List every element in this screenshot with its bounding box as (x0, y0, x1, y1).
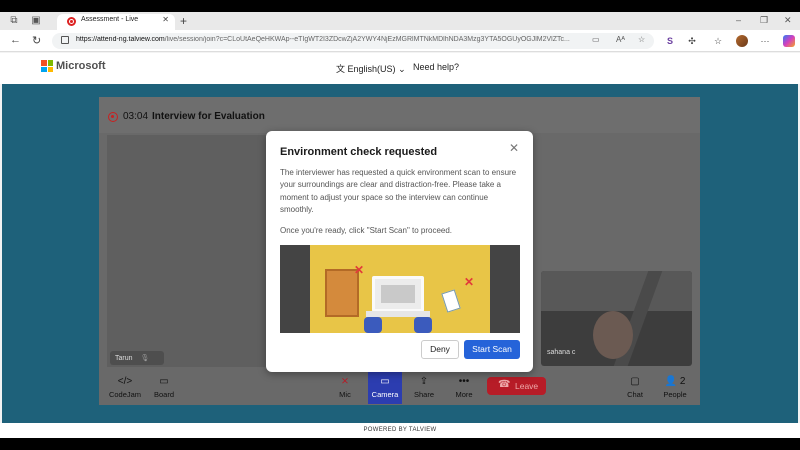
screen: ⧉ ▣ – ❐ ✕ Assessment - Live ✕ + ← ↻ http… (0, 0, 800, 450)
more-dots-icon: ••• (458, 376, 470, 387)
environment-check-dialog: Environment check requested ✕ The interv… (266, 131, 533, 372)
mic-muted-icon: 🎙 (140, 355, 150, 362)
laptop-icon (372, 276, 424, 312)
dialog-title: Environment check requested (280, 146, 438, 158)
extension-s-icon[interactable]: S (664, 35, 676, 47)
close-window-icon[interactable]: ✕ (784, 15, 792, 26)
browser-tab-active[interactable]: Assessment - Live ✕ (57, 14, 175, 30)
close-icon[interactable]: ✕ (509, 141, 519, 155)
self-name: sahana c (547, 349, 576, 356)
workspaces-icon[interactable]: ⧉ (8, 15, 20, 27)
brand-name: Microsoft (56, 60, 106, 72)
tab-close-icon[interactable]: ✕ (162, 15, 169, 24)
chat-button[interactable]: ▢ Chat (615, 376, 655, 399)
board-icon: ▭ (159, 376, 169, 387)
minimize-icon[interactable]: – (736, 15, 741, 25)
camera-permission-icon[interactable]: ▭ (592, 35, 600, 44)
camera-icon: ▭ (380, 376, 390, 387)
powered-by: POWERED BY TALVIEW (0, 423, 800, 438)
back-icon[interactable]: ← (10, 34, 21, 46)
address-bar[interactable]: https://attend-ng.talview.com/live/sessi… (52, 33, 654, 49)
new-tab-button[interactable]: + (180, 14, 187, 28)
environment-scan-illustration: ✕ ✕ (280, 245, 520, 333)
people-icon: 👤 (664, 376, 678, 387)
self-video-tile: sahana c (541, 271, 692, 366)
participant-name: Tarun (115, 355, 133, 362)
session-timer: 03:04 (123, 111, 149, 122)
help-link[interactable]: Need help? (413, 62, 459, 72)
copilot-icon[interactable] (783, 35, 795, 47)
vertical-tabs-icon[interactable]: ▣ (30, 15, 42, 27)
extensions-puzzle-icon[interactable]: ✣ (686, 35, 698, 47)
mic-button[interactable]: ⨯ Mic (325, 376, 365, 399)
chat-icon: ▢ (630, 376, 640, 387)
read-aloud-icon[interactable]: Aᴬ (616, 35, 625, 44)
deny-button[interactable]: Deny (421, 340, 459, 359)
camera-button[interactable]: ▭ Camera (368, 372, 402, 404)
maximize-icon[interactable]: ❐ (760, 15, 768, 26)
code-icon: </> (117, 376, 133, 387)
dialog-prompt: Once you're ready, click "Start Scan" to… (280, 226, 453, 235)
phone-hangup-icon: ☎ (498, 379, 511, 390)
refresh-icon[interactable]: ↻ (32, 34, 41, 47)
profile-avatar[interactable] (736, 35, 748, 47)
microsoft-logo-icon (41, 60, 53, 72)
chevron-down-icon: ⌄ (398, 64, 406, 74)
mic-off-icon: ⨯ (340, 376, 350, 387)
letterbox-top (0, 0, 800, 12)
dialog-body: The interviewer has requested a quick en… (280, 168, 517, 215)
self-video-face (593, 311, 633, 359)
site-header: Microsoft 文 English(US) ⌄ Need help? (0, 53, 800, 84)
favorites-icon[interactable]: ☆ (712, 35, 724, 47)
share-button[interactable]: ⇪ Share (404, 376, 444, 399)
favorite-star-icon[interactable]: ☆ (638, 35, 645, 44)
menu-dots-icon[interactable]: ··· (759, 35, 771, 47)
share-icon: ⇪ (419, 376, 429, 387)
people-button[interactable]: 👤 2 People (655, 376, 695, 399)
participant-name-tag: Tarun 🎙 (110, 351, 164, 365)
board-button[interactable]: ▭ Board (144, 376, 184, 399)
letterbox-bottom (0, 438, 800, 450)
translate-icon: 文 (336, 64, 346, 74)
recording-favicon-icon (67, 17, 76, 26)
url-text[interactable]: https://attend-ng.talview.com/live/sessi… (76, 36, 582, 43)
x-mark-icon: ✕ (464, 275, 475, 289)
language-selector[interactable]: 文 English(US) ⌄ (336, 62, 406, 75)
more-button[interactable]: ••• More (444, 376, 484, 399)
address-row: ← ↻ https://attend-ng.talview.com/live/s… (0, 30, 800, 52)
language-label: English(US) (347, 64, 396, 74)
leave-button[interactable]: ☎ Leave (487, 377, 546, 395)
site-info-icon[interactable] (61, 36, 69, 44)
people-count: 2 (679, 376, 686, 387)
tab-title: Assessment - Live (81, 16, 139, 23)
start-scan-button[interactable]: Start Scan (464, 340, 520, 359)
recording-icon (108, 112, 118, 122)
session-title: Interview for Evaluation (152, 111, 265, 122)
x-mark-icon: ✕ (354, 263, 365, 277)
codejam-button[interactable]: </> CodeJam (105, 376, 145, 399)
